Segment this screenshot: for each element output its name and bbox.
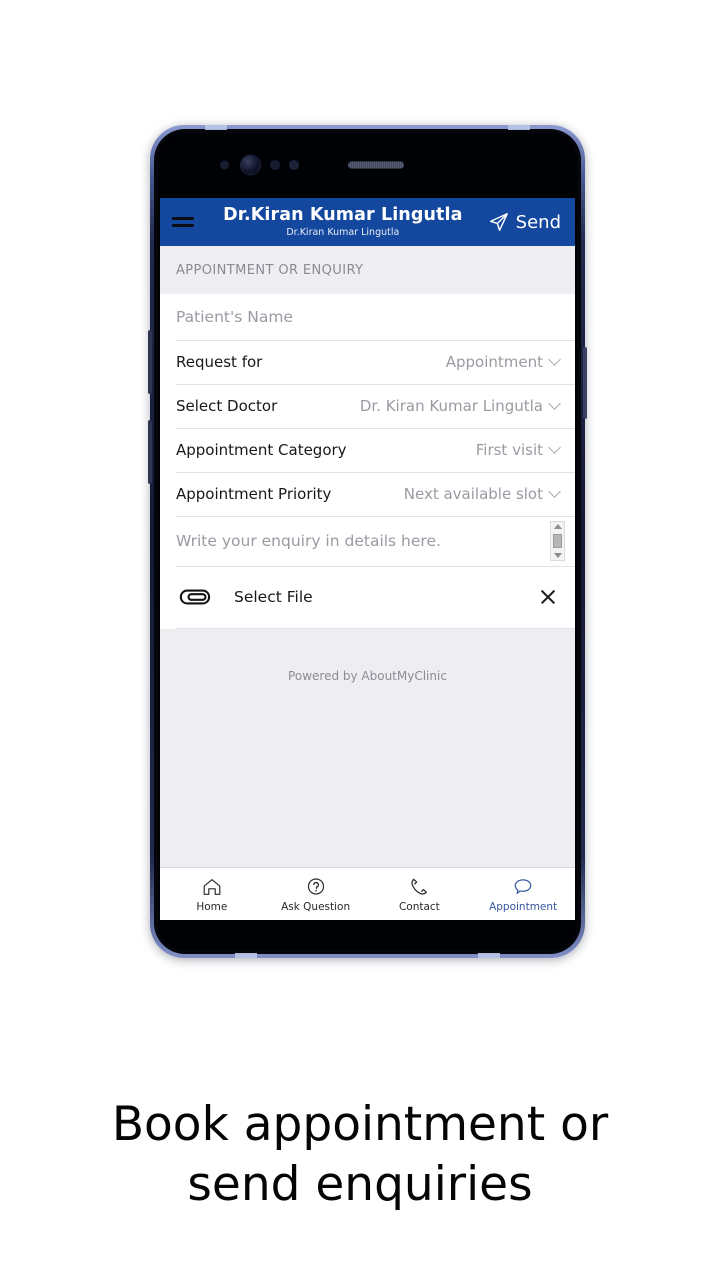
paperclip-icon — [179, 589, 211, 605]
nav-item-contact[interactable]: Contact — [368, 876, 472, 913]
earpiece-speaker-grille-icon — [348, 161, 404, 169]
send-paper-plane-icon — [489, 213, 508, 231]
send-button[interactable]: Send — [488, 211, 561, 233]
light-sensor-icon — [270, 160, 280, 170]
app-bar-titles: Dr.Kiran Kumar Lingutla Dr.Kiran Kumar L… — [194, 205, 488, 238]
power-button[interactable] — [583, 347, 587, 419]
nav-label-appointment: Appointment — [489, 900, 558, 913]
content-filler-area: Powered by AboutMyClinic — [160, 629, 575, 867]
scrollbar-thumb[interactable] — [553, 534, 562, 548]
chevron-down-icon — [548, 440, 561, 454]
chevron-down-icon — [548, 396, 561, 410]
enquiry-scrollbar[interactable] — [550, 521, 565, 561]
patient-name-placeholder: Patient's Name — [176, 308, 293, 326]
front-camera-icon — [240, 154, 261, 176]
appointment-priority-row[interactable]: Appointment Priority Next available slot — [160, 472, 575, 516]
appointment-category-row[interactable]: Appointment Category First visit — [160, 428, 575, 472]
app-screen: Dr.Kiran Kumar Lingutla Dr.Kiran Kumar L… — [160, 198, 575, 920]
request-for-value: Appointment — [445, 353, 543, 371]
bottom-navigation-bar: Home Ask Question Contact Appointment — [160, 867, 575, 920]
request-for-label: Request for — [176, 353, 263, 371]
caption-text: Book appointment or send enquiries — [0, 1095, 720, 1215]
nav-item-ask-question[interactable]: Ask Question — [264, 876, 368, 913]
question-mark-circle-icon — [307, 877, 324, 895]
enquiry-textarea[interactable]: Write your enquiry in details here. — [160, 516, 575, 566]
powered-by-label: Powered by AboutMyClinic — [288, 669, 447, 683]
antenna-band-top-right — [508, 125, 530, 130]
appointment-category-value-group: First visit — [475, 440, 561, 459]
enquiry-placeholder: Write your enquiry in details here. — [176, 532, 441, 550]
close-x-icon[interactable] — [539, 588, 557, 606]
appointment-form: Patient's Name Request for Appointment S… — [160, 294, 575, 629]
volume-down-button[interactable] — [148, 420, 152, 484]
app-bar: Dr.Kiran Kumar Lingutla Dr.Kiran Kumar L… — [160, 198, 575, 246]
antenna-band-top-left — [205, 125, 227, 130]
select-doctor-row[interactable]: Select Doctor Dr. Kiran Kumar Lingutla — [160, 384, 575, 428]
nav-label-home: Home — [196, 900, 228, 913]
speech-bubble-icon — [514, 878, 532, 894]
select-doctor-value: Dr. Kiran Kumar Lingutla — [359, 397, 543, 415]
patient-name-field[interactable]: Patient's Name — [160, 294, 575, 340]
select-file-label: Select File — [234, 588, 313, 606]
select-file-row[interactable]: Select File — [160, 566, 575, 628]
appointment-priority-value: Next available slot — [403, 485, 543, 503]
appointment-category-value: First visit — [475, 441, 543, 459]
antenna-band-bottom-left — [235, 953, 257, 958]
appointment-category-label: Appointment Category — [176, 441, 347, 459]
scroll-down-arrow-icon[interactable] — [553, 553, 562, 558]
nav-label-contact: Contact — [398, 900, 440, 913]
volume-up-button[interactable] — [148, 330, 152, 394]
section-header: APPOINTMENT OR ENQUIRY — [160, 246, 575, 294]
scroll-up-arrow-icon[interactable] — [553, 524, 562, 529]
iris-sensor-icon — [289, 160, 299, 170]
antenna-band-bottom-right — [478, 953, 500, 958]
caption-line-2: send enquiries — [187, 1157, 533, 1213]
proximity-sensor-icon — [220, 160, 229, 170]
page-title: Dr.Kiran Kumar Lingutla — [223, 205, 463, 225]
nav-item-appointment[interactable]: Appointment — [471, 876, 575, 913]
page-subtitle: Dr.Kiran Kumar Lingutla — [286, 226, 400, 238]
nav-label-ask-question: Ask Question — [281, 900, 351, 913]
appointment-priority-value-group: Next available slot — [403, 484, 561, 503]
chevron-down-icon — [548, 484, 561, 498]
phone-sensor-row — [158, 154, 577, 176]
hamburger-menu-icon[interactable] — [172, 217, 194, 227]
appointment-priority-label: Appointment Priority — [176, 485, 332, 503]
request-for-value-group: Appointment — [445, 352, 561, 371]
section-header-label: APPOINTMENT OR ENQUIRY — [176, 262, 364, 278]
phone-handset-icon — [411, 878, 428, 895]
request-for-row[interactable]: Request for Appointment — [160, 340, 575, 384]
select-doctor-value-group: Dr. Kiran Kumar Lingutla — [359, 396, 561, 415]
chevron-down-icon — [548, 352, 561, 366]
send-button-label: Send — [515, 211, 561, 233]
caption-line-1: Book appointment or — [111, 1097, 609, 1152]
select-doctor-label: Select Doctor — [176, 397, 278, 415]
nav-item-home[interactable]: Home — [160, 876, 264, 913]
home-icon — [203, 878, 221, 895]
